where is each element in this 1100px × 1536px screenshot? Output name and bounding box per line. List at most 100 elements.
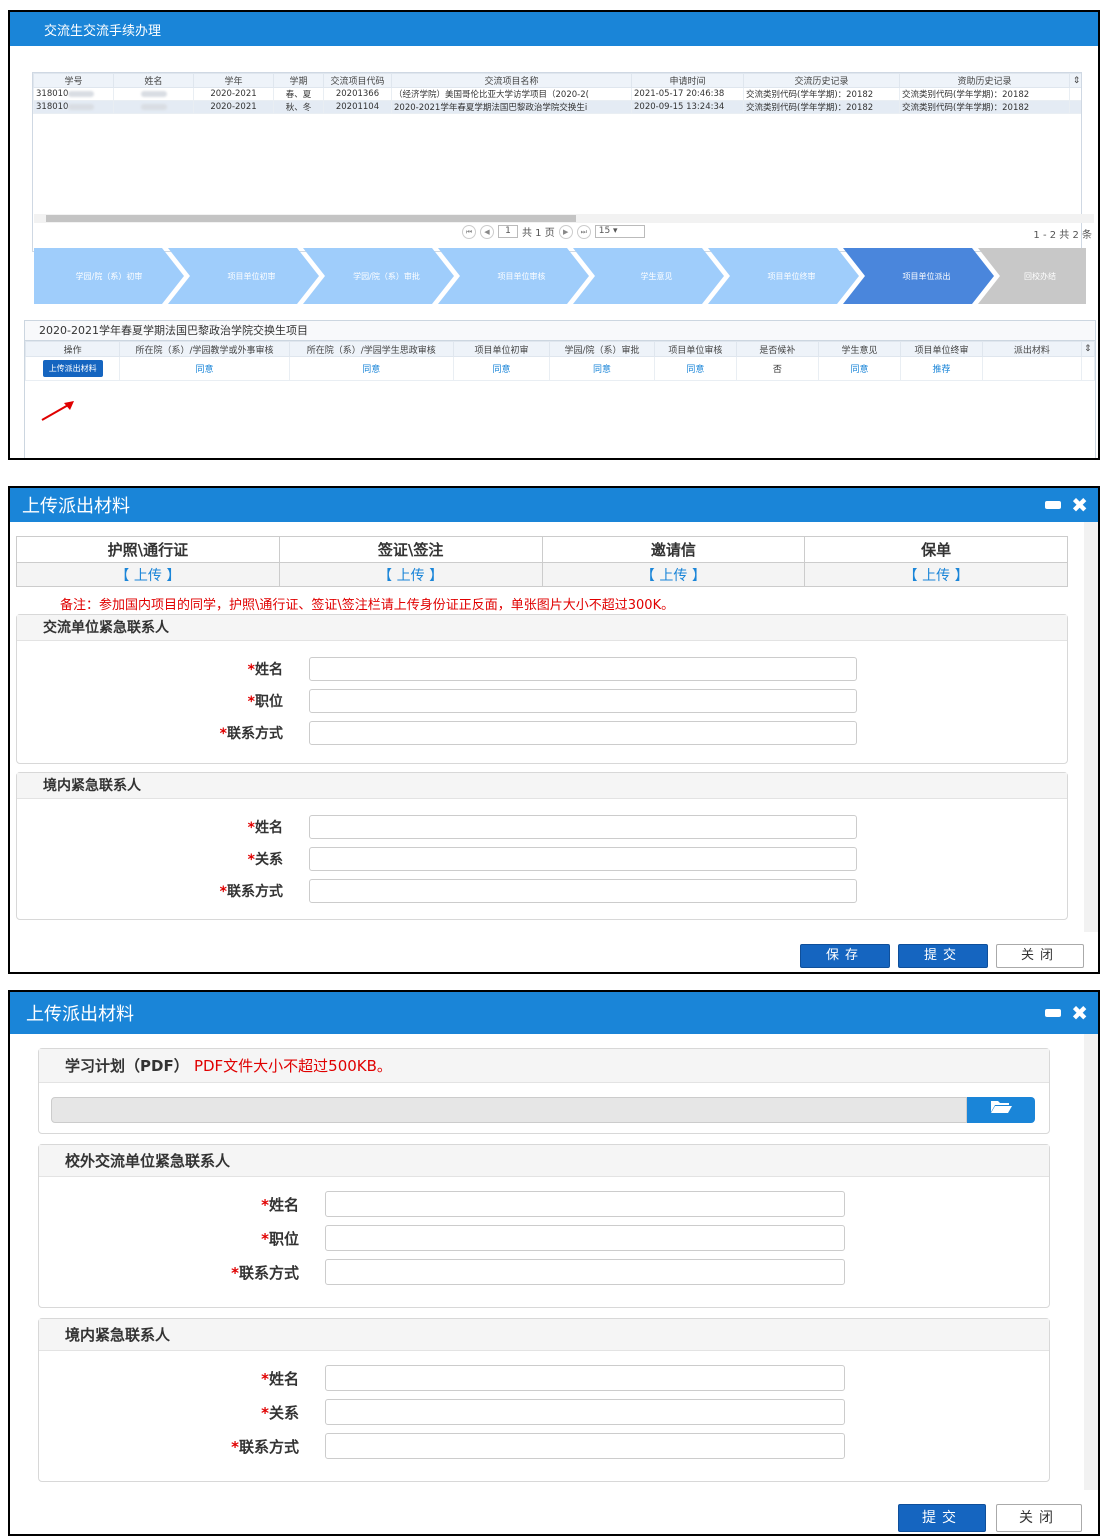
status-value: 同意 (653, 356, 737, 381)
field-label: 姓名 (255, 820, 283, 836)
close-icon[interactable]: ✖ (1071, 495, 1088, 515)
domestic-phone-input[interactable] (309, 879, 857, 903)
annotation-arrow-icon (41, 401, 74, 421)
status-value: 同意 (288, 356, 454, 381)
upload-invitation-link[interactable]: 【 上传 】 (541, 562, 806, 587)
apply-time: 2020-09-15 13:24:34 (631, 100, 744, 114)
grid-header-row: 学号 姓名 学年 学期 交流项目代码 交流项目名称 申请时间 交流历史记录 资助… (33, 73, 1081, 88)
page-number-input[interactable]: 1 (498, 225, 518, 238)
section-title: 交流单位紧急联系人 (17, 615, 1067, 641)
col-unit-review: 项目单位审核 (653, 341, 737, 357)
exchange-history: 交流类别代码(学年学期)：20182 (743, 100, 900, 114)
project-title: 2020-2021学年春夏学期法国巴黎政治学院交换生项目 (25, 321, 1095, 341)
domestic-phone-input[interactable] (325, 1433, 845, 1459)
close-icon[interactable]: ✖ (1071, 1003, 1088, 1023)
minimize-icon[interactable] (1045, 501, 1062, 509)
upload-dialog-1: 上传派出材料 ✖ 护照\通行证 签证\签注 邀请信 保单 【 上传 】 【 上传… (8, 486, 1100, 974)
col-term[interactable]: 学期 (273, 73, 324, 88)
prev-page-icon[interactable]: ◀ (480, 224, 494, 239)
domestic-contact-section: 境内紧急联系人 *姓名 *关系 *联系方式 (38, 1318, 1050, 1482)
col-name[interactable]: 姓名 (113, 73, 194, 88)
upload-passport-link[interactable]: 【 上传 】 (16, 562, 280, 587)
horizontal-scrollbar[interactable] (34, 214, 1094, 223)
domestic-name-input[interactable] (325, 1365, 845, 1391)
required-mark: * (261, 1195, 269, 1214)
field-label: 关系 (255, 852, 283, 868)
col-student-id[interactable]: 学号 (33, 73, 114, 88)
section-title: 境内紧急联系人 (39, 1319, 1049, 1351)
step-7-active: 项目单位派出 (902, 271, 951, 281)
contact-position-input[interactable] (309, 689, 857, 713)
form-row: *职位 (39, 1225, 845, 1251)
domestic-relation-input[interactable] (309, 847, 857, 871)
workflow-steps: 学园/院（系）初审 项目单位初审 学园/院（系）审批 项目单位审核 学生意见 项… (34, 248, 1086, 304)
domestic-name-input[interactable] (309, 815, 857, 839)
upload-visa-link[interactable]: 【 上传 】 (278, 562, 543, 587)
document-upload-table: 护照\通行证 签证\签注 邀请信 保单 【 上传 】 【 上传 】 【 上传 】… (16, 536, 1068, 587)
dialog-title: 上传派出材料 (22, 496, 130, 517)
submit-button[interactable]: 提交 (898, 1504, 986, 1532)
close-button[interactable]: 关闭 (996, 1504, 1082, 1532)
folder-open-icon[interactable] (967, 1097, 1035, 1123)
upload-materials-button[interactable]: 上传派出材料 (42, 360, 103, 377)
page-size-select[interactable]: 15 ▾ (594, 225, 645, 238)
submit-button[interactable]: 提交 (898, 944, 988, 968)
insurance-header: 保单 (804, 536, 1068, 563)
required-mark: * (247, 694, 255, 710)
step-6: 项目单位终审 (767, 271, 816, 281)
panel-header: 交流生交流手续办理 (10, 12, 1098, 46)
required-mark: * (231, 1263, 239, 1282)
project-code: 20201104 (323, 100, 392, 114)
contact-name-input[interactable] (309, 657, 857, 681)
contact-phone-input[interactable] (309, 721, 857, 745)
upload-insurance-link[interactable]: 【 上传 】 (804, 562, 1068, 587)
table-row[interactable]: 318010 2020-2021 春、夏 20201366 （经济学院）美国哥伦… (33, 87, 1081, 101)
pdf-size-note: PDF文件大小不超过500KB。 (193, 1057, 392, 1075)
funding-history: 交流类别代码(学年学期)：20182 (899, 87, 1070, 101)
apply-time: 2021-05-17 20:46:38 (631, 87, 744, 101)
form-row: *联系方式 (39, 1259, 845, 1285)
col-project-name[interactable]: 交流项目名称 (391, 73, 632, 88)
vertical-scrollbar[interactable] (1084, 522, 1098, 932)
file-path-input[interactable] (51, 1097, 967, 1123)
study-plan-section: 学习计划（PDF） PDF文件大小不超过500KB。 (38, 1048, 1050, 1134)
domestic-relation-input[interactable] (325, 1399, 845, 1425)
next-page-icon[interactable]: ▶ (558, 224, 573, 239)
step-3: 学园/院（系）审批 (353, 271, 420, 281)
close-button[interactable]: 关闭 (996, 944, 1084, 968)
col-project-code[interactable]: 交流项目代码 (323, 73, 392, 88)
visa-header: 签证\签注 (278, 536, 543, 563)
table-row: 上传派出材料 同意 同意 同意 同意 同意 否 同意 推荐 (24, 356, 1096, 381)
col-apply-time[interactable]: 申请时间 (631, 73, 744, 88)
contact-position-input[interactable] (325, 1225, 845, 1251)
project-name: 2020-2021学年春夏学期法国巴黎政治学院交换生i (391, 100, 632, 114)
step-4: 项目单位审核 (497, 271, 546, 281)
scroll-corner: ⇕ (1069, 73, 1081, 88)
contact-phone-input[interactable] (325, 1259, 845, 1285)
vertical-scrollbar[interactable] (1084, 1034, 1098, 1490)
col-exchange-history[interactable]: 交流历史记录 (743, 73, 900, 88)
pdf-label: 学习计划（PDF） (65, 1057, 189, 1075)
last-page-icon[interactable]: ⏭ (576, 224, 591, 239)
step-8: 回校办结 (1024, 271, 1056, 281)
scroll-thumb[interactable] (46, 215, 576, 222)
year: 2020-2021 (193, 87, 274, 101)
dialog-title: 上传派出材料 (26, 1004, 134, 1025)
col-funding-history[interactable]: 资助历史记录 (899, 73, 1070, 88)
form-row: *关系 (17, 847, 857, 871)
save-button[interactable]: 保存 (800, 944, 890, 968)
upload-dialog-2: 上传派出材料 ✖ 学习计划（PDF） PDF文件大小不超过500KB。 校外交流… (8, 990, 1100, 1536)
passport-header: 护照\通行证 (16, 536, 280, 563)
upload-note: 备注：参加国内项目的同学，护照\通行证、签证\签注栏请上传身份证正反面，单张图片… (60, 598, 675, 613)
status-value: 否 (735, 356, 819, 381)
col-year[interactable]: 学年 (193, 73, 274, 88)
field-label: 姓名 (255, 662, 283, 678)
status-value: 同意 (452, 356, 551, 381)
first-page-icon[interactable]: ⏮ (462, 224, 476, 239)
required-mark: * (247, 820, 255, 836)
domestic-contact-section: 境内紧急联系人 *姓名 *关系 *联系方式 (16, 772, 1068, 920)
table-row[interactable]: 318010 2020-2021 秋、冬 20201104 2020-2021学… (33, 100, 1081, 114)
step-5: 学生意见 (640, 271, 673, 281)
minimize-icon[interactable] (1045, 1009, 1062, 1017)
contact-name-input[interactable] (325, 1191, 845, 1217)
